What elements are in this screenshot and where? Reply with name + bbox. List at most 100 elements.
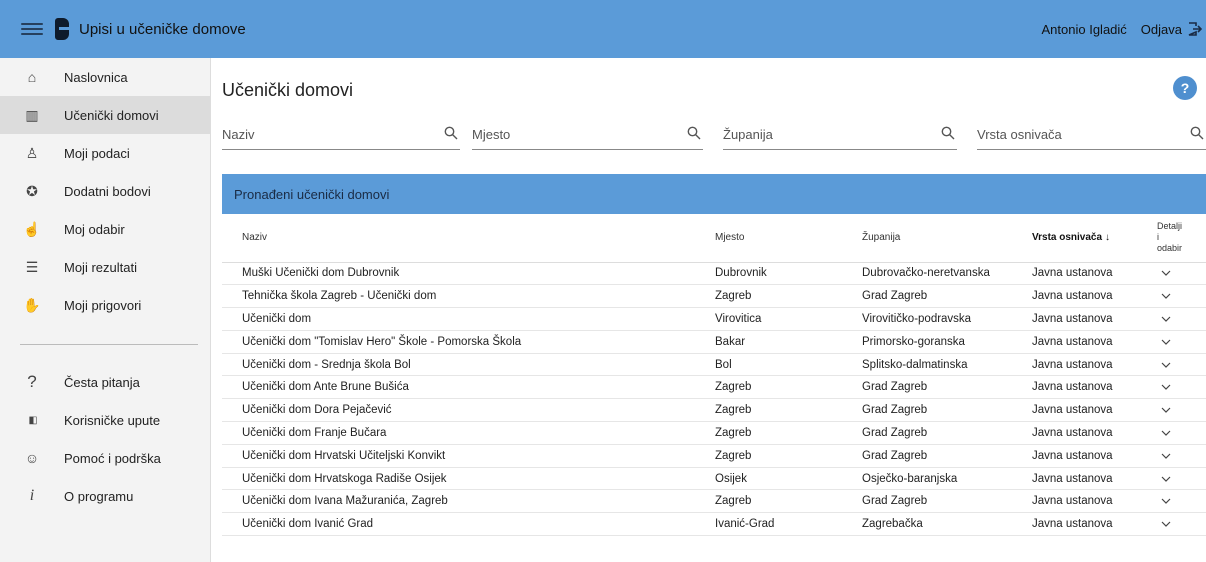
sidebar-item-label: Moji rezultati (64, 259, 137, 275)
table-row[interactable]: Učenički dom Hrvatskoga Radiše Osijek Osi… (222, 467, 1206, 491)
table-row[interactable]: Učenički dom Ante Brune Bušića Zagreb Grad… (222, 375, 1206, 400)
sidebar-item-korisničke-upute[interactable]: ▮▯ Korisničke upute (0, 401, 210, 439)
results-table: Naziv Mjesto Županija Vrsta osnivača ↓ De… (222, 214, 1206, 537)
chevron-down-icon[interactable] (1161, 270, 1171, 277)
chevron-down-icon[interactable] (1161, 521, 1171, 528)
cell-expand[interactable] (1153, 284, 1206, 309)
column-header-naziv[interactable]: Naziv (222, 214, 715, 263)
cell-naziv: Učenički dom - Srednja škola Bol (222, 353, 715, 377)
cell-expand[interactable] (1153, 421, 1206, 445)
app-title: Upisi u učeničke domove (79, 20, 246, 38)
sidebar-item-label: Moji podaci (64, 145, 130, 161)
cell-expand[interactable] (1153, 353, 1206, 377)
sidebar-item-moji-prigovori[interactable]: ✋ Moji prigovori (0, 286, 210, 324)
cell-expand[interactable] (1153, 375, 1206, 400)
cell-naziv: Učenički dom Ivanić Grad (222, 512, 715, 537)
cell-vrsta: Javna ustanova (1032, 330, 1153, 354)
cell-expand[interactable] (1153, 489, 1206, 514)
book-icon: ▮▯ (28, 414, 37, 426)
table-row[interactable]: Učenički dom - Srednja škola Bol Bol Split… (222, 353, 1206, 377)
naziv-search-input[interactable] (222, 120, 460, 149)
sidebar-item-dodatni-bodovi[interactable]: ✪ Dodatni bodovi (0, 172, 210, 210)
column-header-mjesto[interactable]: Mjesto (715, 214, 862, 263)
table-row[interactable]: Učenički dom Ivanić Grad Ivanić-Grad Zagre… (222, 512, 1206, 537)
table-row[interactable]: Učenički dom Virovitica Virovitičko-podrav… (222, 307, 1206, 331)
chevron-down-icon[interactable] (1161, 430, 1171, 436)
column-header-vrsta-osnivaca[interactable]: Vrsta osnivača ↓ (1032, 214, 1153, 263)
help-button[interactable]: ? (1173, 76, 1197, 100)
sidebar-item-moji-podaci[interactable]: ♙ Moji podaci (0, 134, 210, 172)
table-row[interactable]: Učenički dom Ivana Mažuranića, Zagreb Zag… (222, 489, 1206, 514)
sidebar-item-label: Pomoć i podrška (64, 450, 161, 466)
pointing-hand-icon: ☝ (23, 220, 41, 237)
zupanija-search-input[interactable] (723, 120, 957, 149)
top-app-bar: Upisi u učeničke domove Antonio Igladić … (0, 0, 1206, 58)
cell-expand[interactable] (1153, 262, 1206, 286)
table-row[interactable]: Tehnička škola Zagreb - Učenički dom Zagr… (222, 284, 1206, 309)
cell-expand[interactable] (1153, 467, 1206, 491)
chevron-down-icon[interactable] (1161, 293, 1171, 300)
sidebar-item-naslovnica[interactable]: ⌂ Naslovnica (0, 58, 210, 96)
vrsta-osnivaca-search-input[interactable] (977, 120, 1206, 149)
sidebar-item-o-programu[interactable]: i O programu (0, 477, 210, 515)
search-icon[interactable] (1190, 126, 1204, 140)
cell-naziv: Učenički dom Franje Bučara (222, 421, 715, 445)
cell-mjesto: Zagreb (715, 398, 862, 423)
column-header-zupanija[interactable]: Županija (862, 214, 1032, 263)
cell-vrsta: Javna ustanova (1032, 398, 1153, 423)
user-name[interactable]: Antonio Igladić (1042, 22, 1127, 37)
sidebar-item-moji-rezultati[interactable]: ☰ Moji rezultati (0, 248, 210, 286)
column-header-detalji: Detalji i odabir (1153, 214, 1206, 263)
sidebar-help-items: ? Česta pitanja ▮▯ Korisničke upute ☺ Pomoć i… (0, 363, 210, 515)
cell-expand[interactable] (1153, 307, 1206, 331)
cell-expand[interactable] (1153, 398, 1206, 423)
sidebar-main-items: ⌂ Naslovnica ▥ Učenički domovi ♙ Moji podaci ✪… (0, 58, 210, 324)
app-logo-icon (55, 18, 69, 40)
sidebar-item-label: Moji prigovori (64, 297, 142, 313)
sidebar-item-pomoć-i-podrška[interactable]: ☺ Pomoć i podrška (0, 439, 210, 477)
chevron-down-icon[interactable] (1161, 316, 1171, 322)
table-row[interactable]: Učenički dom Dora Pejačević Zagreb Grad Za… (222, 398, 1206, 423)
cell-expand[interactable] (1153, 444, 1206, 468)
cell-vrsta: Javna ustanova (1032, 375, 1153, 400)
logout-button[interactable]: Odjava (1141, 22, 1202, 37)
search-icon[interactable] (687, 126, 701, 140)
search-icon[interactable] (444, 126, 458, 140)
cell-zupanija: Grad Zagreb (862, 398, 1032, 423)
table-row[interactable]: Učenički dom Hrvatski Učiteljski Konvikt… (222, 444, 1206, 468)
chevron-down-icon[interactable] (1161, 407, 1171, 414)
cell-expand[interactable] (1153, 330, 1206, 354)
cell-zupanija: Zagrebačka (862, 512, 1032, 537)
cell-expand[interactable] (1153, 512, 1206, 537)
chevron-down-icon[interactable] (1161, 476, 1171, 482)
cell-naziv: Učenički dom "Tomislav Hero" Škole - Pom… (222, 330, 715, 354)
cell-naziv: Učenički dom Dora Pejačević (222, 398, 715, 423)
sidebar-item-učenički-domovi[interactable]: ▥ Učenički domovi (0, 96, 210, 134)
chevron-down-icon[interactable] (1161, 339, 1171, 345)
cell-naziv: Učenički dom Hrvatski Učiteljski Konvikt (222, 444, 715, 468)
chevron-down-icon[interactable] (1161, 384, 1171, 391)
cell-zupanija: Osječko-baranjska (862, 467, 1032, 491)
sidebar-item-česta-pitanja[interactable]: ? Česta pitanja (0, 363, 210, 401)
detalji-label-line2: i (1157, 232, 1159, 243)
chevron-down-icon[interactable] (1161, 453, 1171, 459)
cell-vrsta: Javna ustanova (1032, 284, 1153, 309)
cell-mjesto: Zagreb (715, 421, 862, 445)
mjesto-search-input[interactable] (472, 120, 703, 149)
cell-zupanija: Dubrovačko-neretvanska (862, 262, 1032, 286)
cell-zupanija: Grad Zagreb (862, 444, 1032, 468)
table-row[interactable]: Učenički dom Franje Bučara Zagreb Grad Zag… (222, 421, 1206, 445)
hamburger-menu-icon[interactable] (21, 23, 43, 35)
chevron-down-icon[interactable] (1161, 498, 1171, 505)
sidebar-item-moj-odabir[interactable]: ☝ Moj odabir (0, 210, 210, 248)
table-row[interactable]: Muški Učenički dom Dubrovnik Dubrovnik Dub… (222, 262, 1206, 286)
sidebar-item-label: Korisničke upute (64, 412, 161, 428)
shield-star-icon: ✪ (26, 182, 38, 199)
sidebar-item-label: Česta pitanja (64, 374, 140, 390)
search-icon[interactable] (941, 126, 955, 140)
building-icon: ▥ (25, 106, 39, 123)
table-row[interactable]: Učenički dom "Tomislav Hero" Škole - Pom… (222, 330, 1206, 354)
panel-title: Pronađeni učenički domovi (222, 174, 1206, 214)
chevron-down-icon[interactable] (1161, 362, 1171, 368)
main-content: Učenički domovi ? Pronađeni učenički dom… (212, 58, 1206, 562)
